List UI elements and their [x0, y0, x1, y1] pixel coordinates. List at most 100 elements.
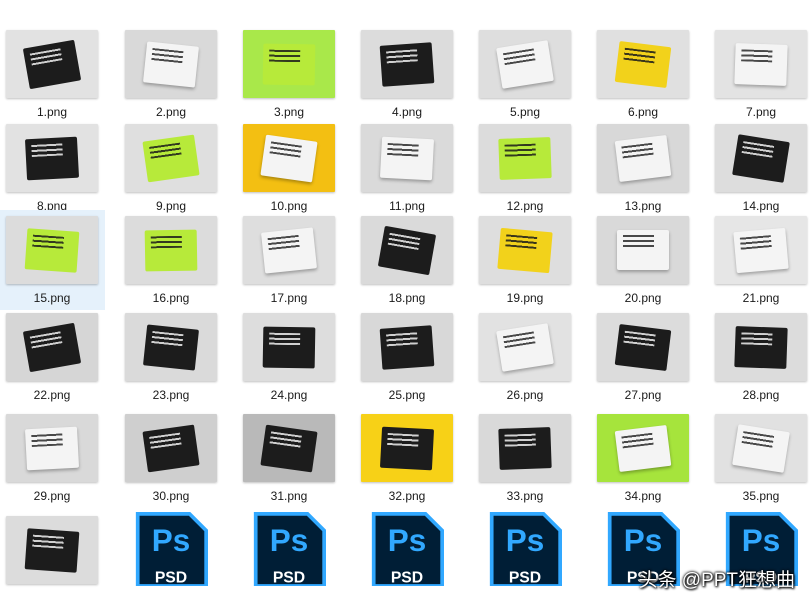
file-item[interactable]: 9.png: [118, 118, 224, 218]
file-item[interactable]: 13.png: [590, 118, 696, 218]
watermark: 头条 @PPT狂想曲: [638, 570, 795, 591]
file-item[interactable]: 7.png: [708, 24, 811, 124]
mockup-thumbnail: [479, 313, 571, 381]
paper-text-lines: [31, 142, 64, 157]
paper-text-lines: [741, 48, 773, 62]
file-item[interactable]: 6.png: [590, 24, 696, 124]
paper-text-lines: [151, 47, 184, 63]
file-item[interactable]: 24.png: [236, 307, 342, 407]
file-item[interactable]: 14.png: [708, 118, 811, 218]
file-item[interactable]: 22.png: [0, 307, 105, 407]
paper-text-lines: [151, 235, 183, 248]
paper-text-lines: [623, 47, 657, 63]
file-item[interactable]: 20.png: [590, 210, 696, 310]
paper-mockup: [614, 40, 672, 88]
mockup-thumbnail: [6, 516, 98, 584]
paper-text-lines: [742, 430, 775, 448]
paper-text-lines: [504, 432, 537, 447]
file-item[interactable]: 17.png: [236, 210, 342, 310]
file-item[interactable]: 10.png: [236, 118, 342, 218]
file-item[interactable]: 16.png: [118, 210, 224, 310]
file-name-label: 6.png: [627, 105, 659, 119]
psd-file-item[interactable]: Ps PSD: [354, 510, 460, 600]
mockup-thumbnail: [243, 216, 335, 284]
paper-mockup: [142, 424, 200, 472]
paper-mockup: [261, 227, 317, 273]
file-item[interactable]: [0, 510, 105, 600]
paper-mockup: [614, 134, 672, 182]
file-item[interactable]: 15.png: [0, 210, 105, 310]
file-item[interactable]: 30.png: [118, 408, 224, 508]
file-item[interactable]: 25.png: [354, 307, 460, 407]
paper-mockup: [614, 424, 672, 472]
mockup-thumbnail: [243, 30, 335, 98]
mockup-thumbnail: [597, 313, 689, 381]
paper-mockup: [262, 43, 316, 85]
file-name-label: 21.png: [742, 291, 780, 305]
file-item[interactable]: 23.png: [118, 307, 224, 407]
file-item[interactable]: 29.png: [0, 408, 105, 508]
file-item[interactable]: 32.png: [354, 408, 460, 508]
paper-text-lines: [151, 330, 184, 346]
paper-mockup: [617, 229, 669, 271]
paper-text-lines: [32, 233, 65, 249]
file-item[interactable]: 5.png: [472, 24, 578, 124]
file-grid: 1.png 2.png 3.png 4.png 5.png 6.png 7.png 8.png…: [0, 0, 811, 606]
paper-mockup: [23, 39, 81, 89]
ps-logo-text: Ps: [506, 523, 544, 558]
file-item[interactable]: 19.png: [472, 210, 578, 310]
file-item[interactable]: 35.png: [708, 408, 811, 508]
mockup-thumbnail: [715, 216, 807, 284]
file-name-label: 18.png: [388, 291, 426, 305]
file-item[interactable]: 1.png: [0, 24, 105, 124]
file-item[interactable]: 4.png: [354, 24, 460, 124]
mockup-thumbnail: [125, 30, 217, 98]
ps-logo-text: Ps: [742, 523, 780, 558]
mockup-thumbnail: [479, 216, 571, 284]
ps-logo-text: Ps: [152, 523, 190, 558]
file-item[interactable]: 8.png: [0, 118, 105, 218]
psd-file-item[interactable]: Ps PSD: [118, 510, 224, 600]
paper-text-lines: [149, 141, 182, 159]
file-item[interactable]: 18.png: [354, 210, 460, 310]
mockup-thumbnail: [243, 313, 335, 381]
mockup-thumbnail: [479, 30, 571, 98]
paper-mockup: [143, 41, 199, 87]
file-item[interactable]: 12.png: [472, 118, 578, 218]
paper-mockup: [732, 133, 790, 183]
paper-mockup: [378, 225, 436, 275]
file-item[interactable]: 34.png: [590, 408, 696, 508]
file-item[interactable]: 11.png: [354, 118, 460, 218]
file-item[interactable]: 31.png: [236, 408, 342, 508]
file-name-label: 35.png: [742, 489, 780, 503]
mockup-thumbnail: [361, 414, 453, 482]
paper-text-lines: [267, 234, 300, 250]
paper-mockup: [379, 324, 435, 370]
file-name-label: 20.png: [624, 291, 662, 305]
file-item[interactable]: 33.png: [472, 408, 578, 508]
file-name-label: 23.png: [152, 388, 190, 402]
paper-mockup: [143, 324, 199, 370]
paper-text-lines: [31, 432, 64, 447]
file-name-label: 34.png: [624, 489, 662, 503]
psd-file-item[interactable]: Ps PSD: [472, 510, 578, 600]
file-item[interactable]: 27.png: [590, 307, 696, 407]
file-item[interactable]: 3.png: [236, 24, 342, 124]
paper-text-lines: [621, 142, 654, 158]
mockup-thumbnail: [125, 313, 217, 381]
photoshop-file-icon: Ps PSD: [135, 512, 208, 586]
psd-file-item[interactable]: Ps PSD: [236, 510, 342, 600]
file-item[interactable]: 26.png: [472, 307, 578, 407]
file-name-label: 19.png: [506, 291, 544, 305]
file-name-label: 27.png: [624, 388, 662, 402]
paper-text-lines: [505, 233, 538, 249]
ps-logo-text: Ps: [388, 523, 426, 558]
paper-mockup: [24, 227, 80, 273]
file-item[interactable]: 28.png: [708, 307, 811, 407]
file-name-label: 15.png: [33, 291, 71, 305]
file-item[interactable]: 2.png: [118, 24, 224, 124]
file-item[interactable]: 21.png: [708, 210, 811, 310]
mockup-thumbnail: [125, 216, 217, 284]
paper-text-lines: [386, 331, 419, 346]
file-name-label: 30.png: [152, 489, 190, 503]
